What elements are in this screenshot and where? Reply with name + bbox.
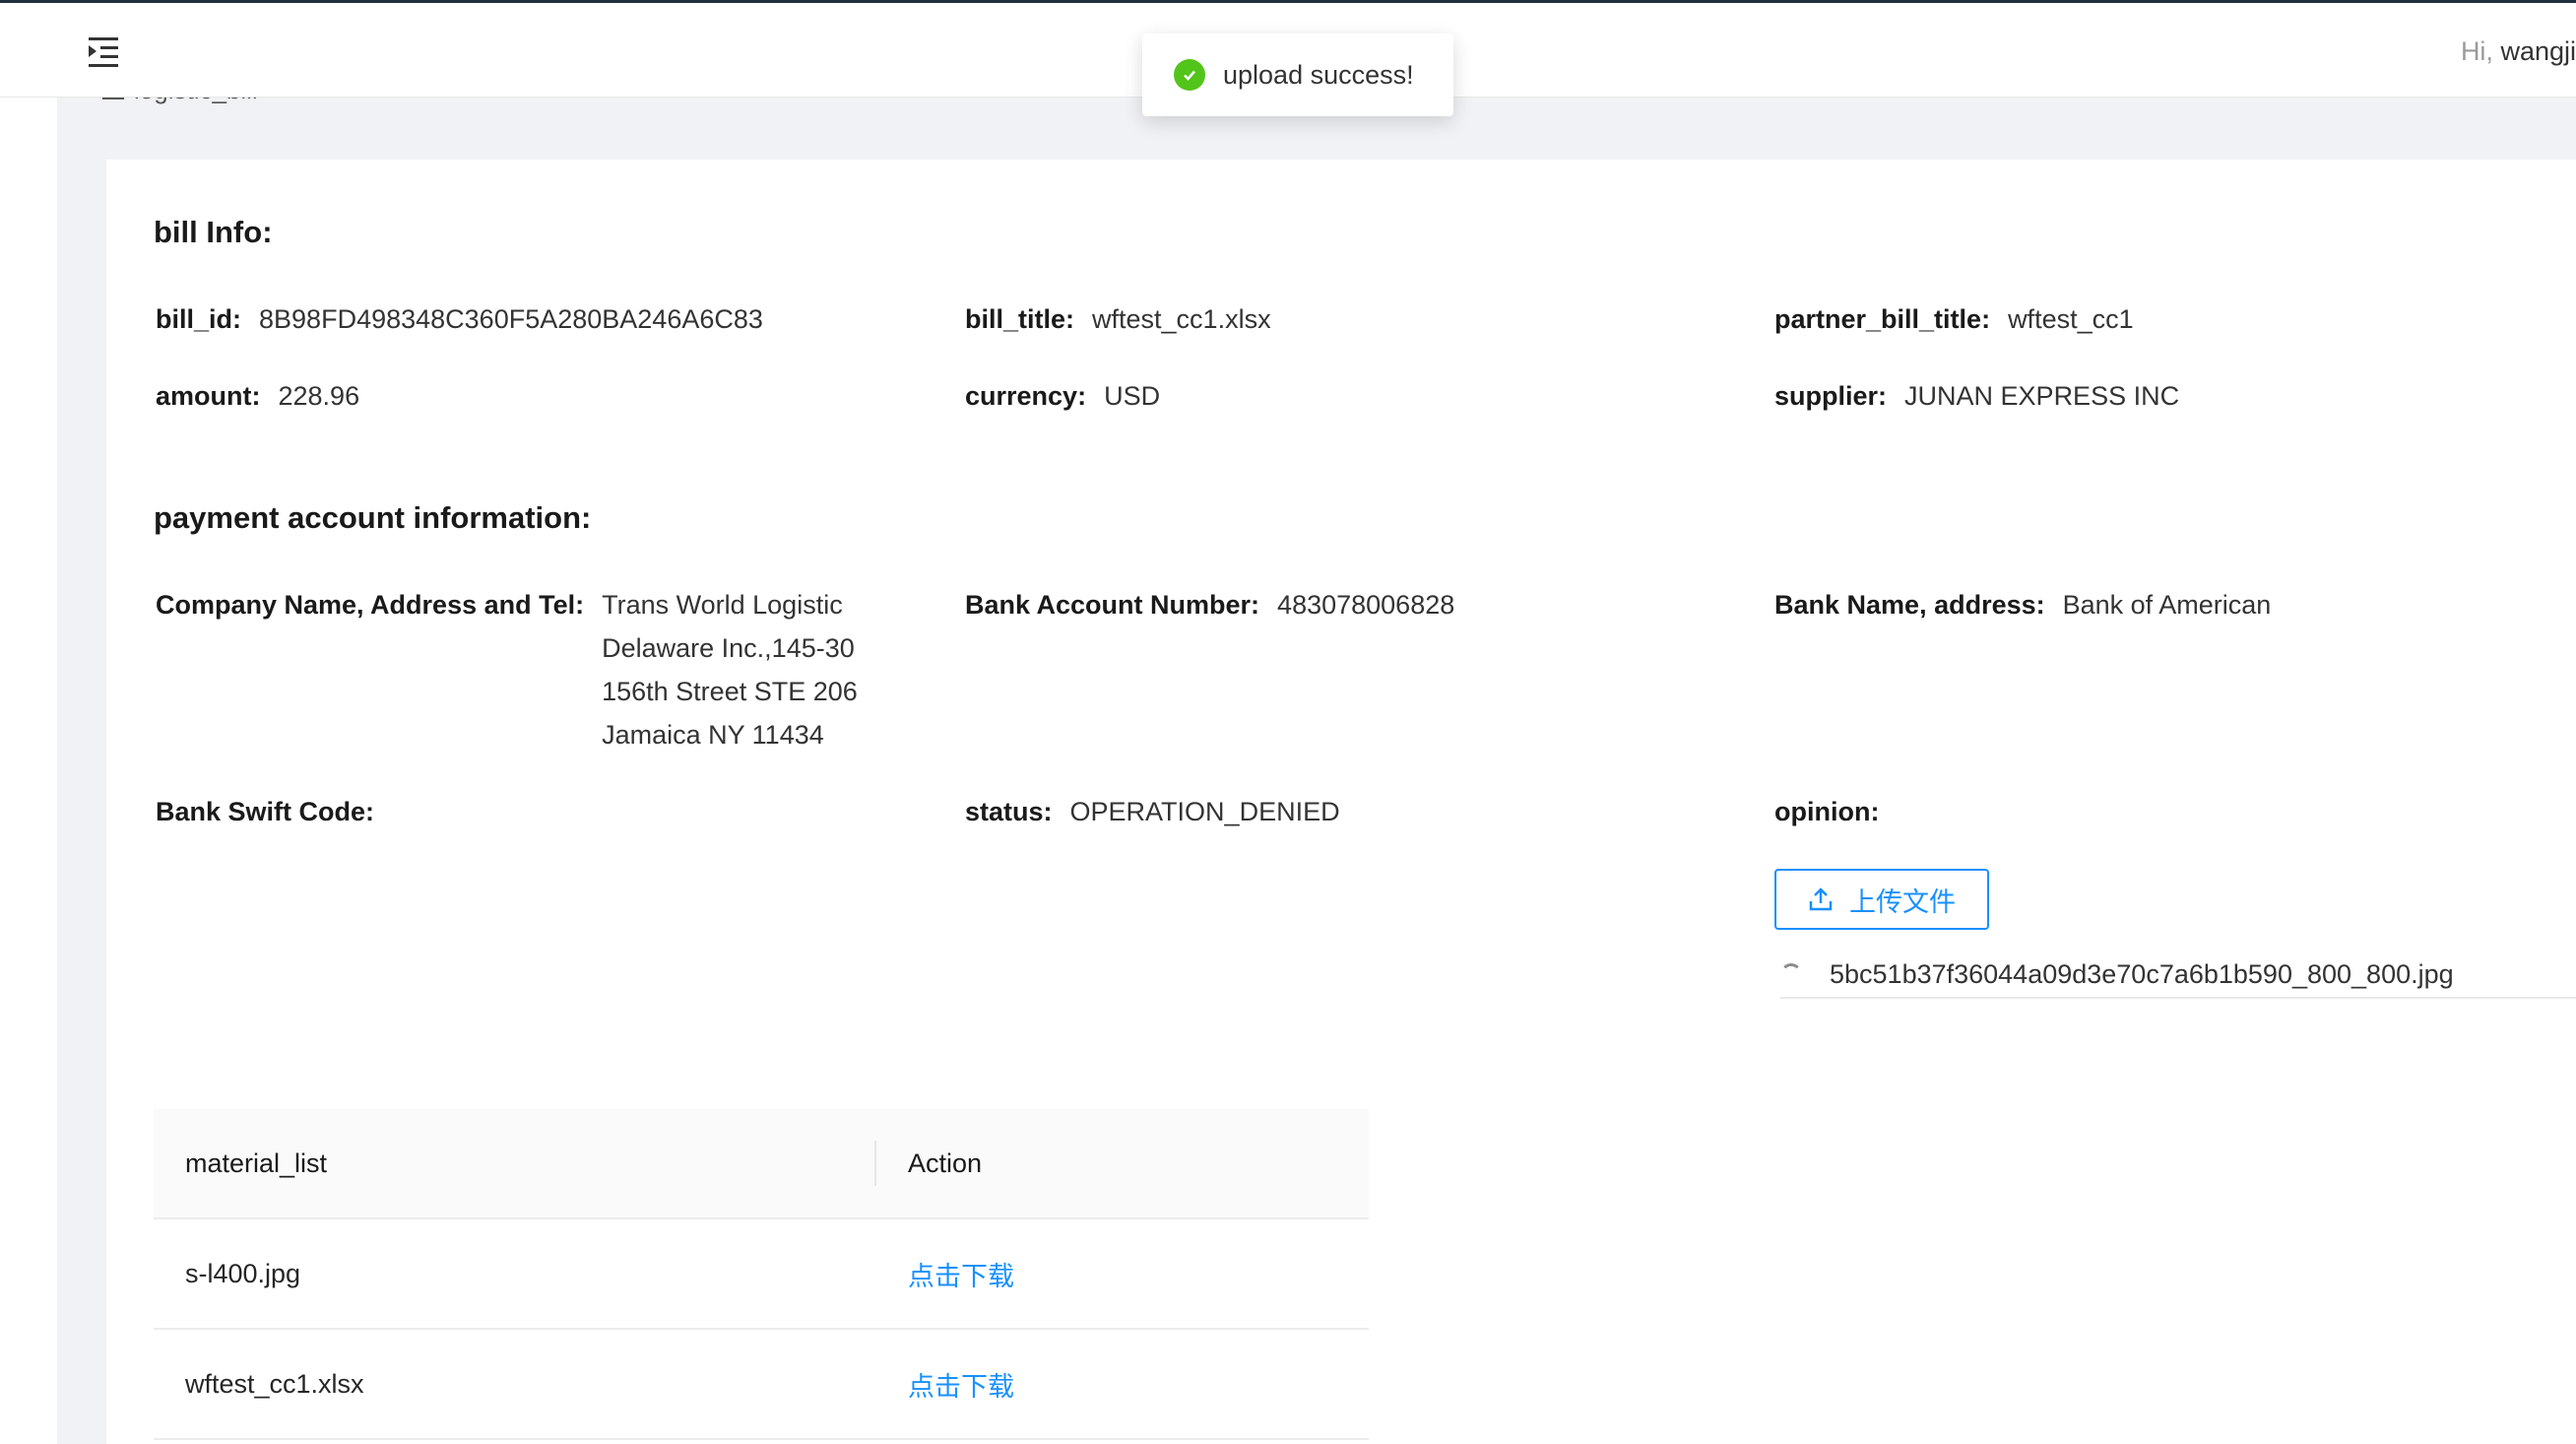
bill-info-title: bill Info:: [154, 215, 273, 249]
upload-file-button[interactable]: 上传文件: [1774, 869, 1989, 930]
field-bank-name: Bank Name, address: Bank of American: [1774, 583, 2271, 626]
field-label: bill_id:: [156, 304, 242, 334]
field-currency: currency: USD: [965, 374, 1160, 418]
field-amount: amount: 228.96: [156, 374, 359, 418]
uploaded-file-item[interactable]: 5bc51b37f36044a09d3e70c7a6b1b590_800_800…: [1780, 952, 2576, 999]
upload-success-toast: upload success!: [1142, 33, 1453, 116]
field-bank-swift: Bank Swift Code:: [156, 790, 392, 833]
field-value: USD: [1104, 381, 1161, 411]
field-label: bill_title:: [965, 304, 1075, 334]
column-header-action: Action: [908, 1148, 983, 1178]
upload-icon: [1809, 887, 1833, 911]
table-header-row: material_list Action: [154, 1109, 1369, 1219]
field-value: JUNAN EXPRESS INC: [1904, 381, 2180, 411]
greeting-prefix: Hi,: [2460, 36, 2493, 66]
field-value: wftest_cc1: [2008, 304, 2134, 334]
toast-message: upload success!: [1223, 59, 1414, 90]
table-row: s-l400.jpg 点击下载: [154, 1219, 1369, 1330]
material-name: s-l400.jpg: [185, 1258, 301, 1288]
field-value: Trans World Logistic Delaware Inc.,145-3…: [602, 590, 858, 750]
check-circle-icon: [1174, 59, 1205, 91]
username: wangji: [2500, 36, 2576, 66]
table-row: wftest_cc1.xlsx 点击下载: [154, 1330, 1369, 1440]
field-value: 483078006828: [1277, 590, 1455, 620]
action-cell: 点击下载: [876, 1365, 1369, 1404]
field-label: Bank Account Number:: [965, 590, 1260, 620]
column-header-material-list: material_list: [154, 1109, 876, 1217]
field-opinion: opinion:: [1774, 790, 1897, 833]
field-value: Bank of American: [2062, 590, 2272, 620]
field-value: 228.96: [278, 381, 360, 411]
field-label: supplier:: [1774, 381, 1888, 411]
field-label: currency:: [965, 381, 1087, 411]
field-label: partner_bill_title:: [1774, 304, 1991, 334]
field-company-info: Company Name, Address and Tel: Trans Wor…: [156, 583, 897, 756]
indent-menu-icon: [89, 37, 118, 67]
loading-spinner-icon: [1780, 963, 1802, 985]
field-label: Bank Name, address:: [1774, 590, 2045, 620]
action-cell: 点击下载: [876, 1255, 1369, 1293]
download-link[interactable]: 点击下载: [908, 1365, 1014, 1404]
upload-button-label: 上传文件: [1849, 886, 1956, 917]
field-value: wftest_cc1.xlsx: [1092, 304, 1271, 334]
download-link[interactable]: 点击下载: [908, 1255, 1014, 1293]
sidebar-collapsed: [0, 97, 57, 1444]
field-value: OPERATION_DENIED: [1069, 797, 1340, 826]
material-name: wftest_cc1.xlsx: [185, 1368, 364, 1399]
uploaded-file-name: 5bc51b37f36044a09d3e70c7a6b1b590_800_800…: [1830, 958, 2454, 989]
field-bill-id: bill_id: 8B98FD498348C360F5A280BA246A6C8…: [156, 297, 763, 341]
payment-info-title: payment account information:: [154, 500, 592, 535]
field-status: status: OPERATION_DENIED: [965, 790, 1340, 833]
field-partner-bill-title: partner_bill_title: wftest_cc1: [1774, 297, 2134, 341]
menu-toggle-icon[interactable]: [85, 34, 124, 70]
field-label: opinion:: [1774, 797, 1880, 826]
field-label: status:: [965, 797, 1053, 826]
material-table: material_list Action s-l400.jpg 点击下载 wft…: [154, 1109, 1369, 1440]
field-label: Company Name, Address and Tel:: [156, 590, 585, 620]
field-bank-account: Bank Account Number: 483078006828: [965, 583, 1454, 626]
field-bill-title: bill_title: wftest_cc1.xlsx: [965, 297, 1271, 341]
user-greeting[interactable]: Hi, wangji: [2461, 36, 2576, 67]
field-value: 8B98FD498348C360F5A280BA246A6C83: [259, 304, 763, 334]
field-label: Bank Swift Code:: [156, 797, 375, 826]
field-label: amount:: [156, 381, 261, 411]
page: Hi, wangji logistic_bill bill Info: bill…: [0, 0, 2576, 1444]
field-supplier: supplier: JUNAN EXPRESS INC: [1774, 374, 2179, 418]
